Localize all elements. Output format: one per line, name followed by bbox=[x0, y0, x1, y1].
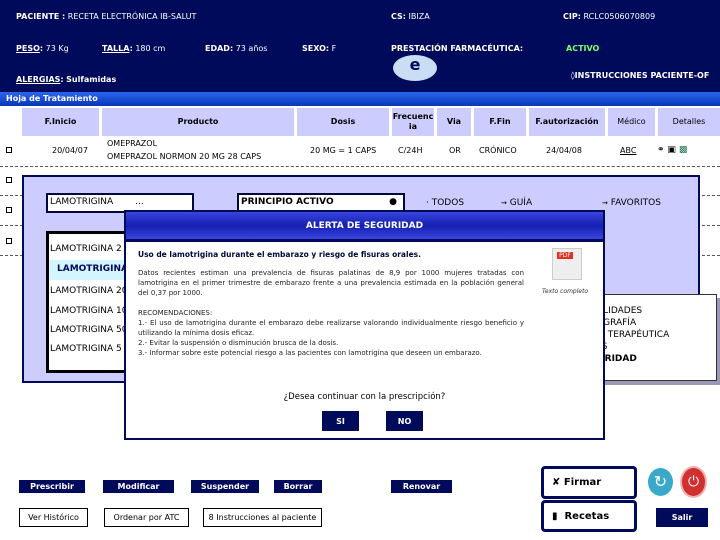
cell-medico-link[interactable]: ABC bbox=[620, 146, 636, 155]
col-detalles: Detalles bbox=[658, 108, 720, 136]
peso-value: 73 Kg bbox=[45, 44, 69, 53]
row-checkbox[interactable] bbox=[6, 238, 12, 244]
security-alert-dialog: ALERTA DE SEGURIDAD Uso de lamotrigina d… bbox=[124, 210, 605, 440]
list-item[interactable]: LAMOTRIGINA 2 M bbox=[50, 244, 132, 254]
info-icon: ▩ bbox=[678, 145, 688, 155]
edad-label: EDAD: bbox=[205, 44, 234, 53]
sexo-label: SEXO: bbox=[302, 44, 330, 53]
alert-title: ALERTA DE SEGURIDAD bbox=[126, 212, 603, 242]
cell-via: OR bbox=[449, 146, 461, 155]
peso-link[interactable]: PESO bbox=[16, 44, 40, 53]
talla-value: 180 cm bbox=[135, 44, 166, 53]
results-list[interactable]: LAMOTRIGINA 2 M LAMOTRIGINA LAMOTRIGINA … bbox=[46, 231, 139, 373]
modificar-button[interactable]: Modificar bbox=[103, 480, 174, 493]
cs-value: IBIZA bbox=[408, 12, 430, 21]
recommendation: 2.- Evitar la suspensión o disminución b… bbox=[138, 339, 339, 347]
col-frecuencia: Frecuencia bbox=[392, 108, 434, 136]
recommendation: 1.- El uso de lamotrigina durante el emb… bbox=[138, 319, 524, 337]
col-via: Via bbox=[437, 108, 471, 136]
list-item[interactable]: LAMOTRIGINA 5 M bbox=[50, 344, 132, 354]
renovar-button[interactable]: Renovar bbox=[391, 480, 452, 493]
col-producto: Producto bbox=[102, 108, 294, 136]
col-medico: Médico bbox=[608, 108, 655, 136]
recommendation: 3.- Informar sobre este potencial riesgo… bbox=[138, 349, 482, 357]
salir-button[interactable]: Salir bbox=[656, 508, 708, 527]
alert-question: ¿Desea continuar con la prescripción? bbox=[283, 392, 446, 402]
alert-body: Uso de lamotrigina durante el embarazo y… bbox=[132, 246, 530, 380]
instrucciones-paciente-button[interactable]: 8 Instrucciones al paciente bbox=[203, 508, 322, 527]
edad-value: 73 años bbox=[235, 44, 268, 53]
search-more-button[interactable]: ... bbox=[135, 197, 144, 207]
no-button[interactable]: NO bbox=[386, 411, 423, 431]
cell-producto: OMEPRAZOL bbox=[107, 139, 158, 148]
alert-heading: Uso de lamotrigina durante el embarazo y… bbox=[138, 250, 421, 259]
arrow-icon: ⇝ bbox=[602, 199, 608, 207]
row-checkbox[interactable] bbox=[6, 147, 12, 153]
book-icon: ▣ bbox=[667, 145, 676, 155]
prescribir-button[interactable]: Prescribir bbox=[19, 480, 85, 493]
alergias-link[interactable]: ALERGIAS bbox=[16, 75, 60, 84]
row-divider bbox=[0, 166, 720, 167]
row-checkbox[interactable] bbox=[6, 177, 12, 183]
col-f-fin: F.Fin bbox=[474, 108, 526, 136]
instrucciones-paciente-link[interactable]: ◊INSTRUCCIONES PACIENTE-OF bbox=[560, 70, 720, 82]
e-receta-logo[interactable]: e bbox=[393, 55, 437, 81]
patient-label: PACIENTE : bbox=[16, 12, 66, 21]
cell-frecuencia: C/24H bbox=[398, 146, 423, 155]
cell-f-inicio: 20/04/07 bbox=[52, 146, 88, 155]
recetas-button[interactable]: ▮ Recetas bbox=[541, 500, 637, 532]
prestacion-label: PRESTACIÓN FARMACÉUTICA: bbox=[391, 44, 524, 53]
sexo-value: F bbox=[331, 44, 337, 53]
ver-historico-button[interactable]: Ver Histórico bbox=[19, 508, 88, 527]
cs-label: CS: bbox=[391, 12, 406, 21]
pen-icon: ✘ bbox=[552, 477, 561, 488]
cell-producto-detalle: OMEPRAZOL NORMON 20 MG 28 CAPS bbox=[107, 152, 262, 161]
pdf-icon[interactable]: PDF bbox=[552, 248, 582, 280]
cip-value: RCLC0506070809 bbox=[583, 12, 656, 21]
list-item[interactable]: LAMOTRIGINA 10 bbox=[50, 306, 127, 316]
list-item[interactable]: LAMOTRIGINA 50 bbox=[50, 325, 127, 335]
alergias-value: Sulfamidas bbox=[66, 75, 117, 84]
col-f-autorizacion: F.autorización bbox=[529, 108, 605, 136]
details-icons[interactable]: ⚭ ▣ ▩ bbox=[657, 145, 687, 155]
pills-icon: ⚭ bbox=[657, 145, 665, 155]
patient-name: RECETA ELECTRÓNICA IB-SALUT bbox=[67, 12, 197, 21]
pdf-caption[interactable]: Texto completo bbox=[542, 288, 588, 295]
radio-dot-icon: ● bbox=[389, 197, 397, 207]
suspender-button[interactable]: Suspender bbox=[191, 480, 259, 493]
refresh-icon[interactable]: ↻ bbox=[648, 468, 673, 496]
cip-label: CIP: bbox=[563, 12, 581, 21]
col-f-inicio: F.Inicio bbox=[22, 108, 99, 136]
cell-dosis: 20 MG = 1 CAPS bbox=[310, 146, 377, 155]
section-title: Hoja de Tratamiento bbox=[0, 92, 720, 106]
filter-favoritos[interactable]: ⇝ FAVORITOS bbox=[602, 198, 661, 208]
receipt-icon: ▮ bbox=[552, 510, 558, 522]
col-dosis: Dosis bbox=[297, 108, 389, 136]
cell-f-fin: CRÓNICO bbox=[479, 146, 517, 155]
alert-text: Datos recientes estiman una prevalencia … bbox=[138, 269, 524, 297]
yes-button[interactable]: SI bbox=[322, 411, 359, 431]
ordenar-atc-button[interactable]: Ordenar por ATC bbox=[104, 508, 189, 527]
row-checkbox[interactable] bbox=[6, 207, 12, 213]
cell-f-autorizacion: 24/04/08 bbox=[546, 146, 582, 155]
recommendations-title: RECOMENDACIONES: bbox=[138, 309, 213, 317]
arrow-icon: ⇝ bbox=[501, 199, 507, 207]
list-item[interactable]: LAMOTRIGINA 20 bbox=[50, 286, 127, 296]
talla-link[interactable]: TALLA bbox=[102, 44, 130, 53]
power-icon[interactable]: ⏻ bbox=[680, 466, 707, 498]
borrar-button[interactable]: Borrar bbox=[274, 480, 322, 493]
filter-todos[interactable]: · TODOS bbox=[426, 198, 464, 208]
firmar-button[interactable]: ✘ Firmar bbox=[541, 466, 637, 499]
prestacion-status: ACTIVO bbox=[566, 44, 600, 53]
patient-header: PACIENTE : RECETA ELECTRÓNICA IB-SALUT C… bbox=[0, 0, 720, 92]
filter-guia[interactable]: ⇝ GUÍA bbox=[501, 198, 532, 208]
